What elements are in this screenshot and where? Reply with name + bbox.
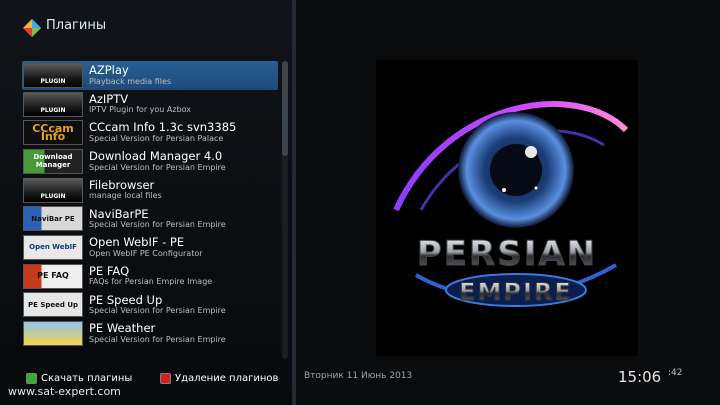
plugin-description: Playback media files xyxy=(89,76,172,86)
scrollbar[interactable] xyxy=(282,61,288,359)
persian-empire-preview: PERSIAN EMPIRE xyxy=(376,60,638,356)
plugin-name: AZPlay xyxy=(89,63,129,78)
plugin-text: CCcam Info 1.3c svn3385 Special Version f… xyxy=(89,122,236,143)
plugin-thumbnail-icon: PLUGIN xyxy=(23,177,83,203)
plugin-name: CCcam Info 1.3c svn3385 xyxy=(89,120,237,135)
plugin-list-item[interactable]: NaviBar PE NaviBarPE Special Version for P… xyxy=(22,204,278,233)
plugin-text: Filebrowser manage local files xyxy=(89,177,162,201)
plugin-text: AzIPTV IPTV Plugin for you Azbox xyxy=(89,91,192,115)
watermark: www.sat-expert.com xyxy=(8,385,121,398)
preview-line1: PERSIAN xyxy=(417,234,597,274)
plugin-name: Open WebIF - PE xyxy=(89,235,185,250)
preview-line2: EMPIRE xyxy=(459,278,573,306)
enigma-logo-icon xyxy=(23,19,41,37)
plugin-list-item[interactable]: PE Weather Special Version for Persian Em… xyxy=(22,319,278,348)
clock-seconds: :42 xyxy=(668,368,683,378)
plugin-text: NaviBarPE Special Version for Persian Emp… xyxy=(89,206,226,230)
plugin-thumbnail-icon xyxy=(23,321,83,347)
page-title: Плагины xyxy=(46,18,107,33)
remove-plugins-button[interactable]: Удаление плагинов xyxy=(160,373,278,384)
plugin-name: Filebrowser xyxy=(89,177,155,192)
plugin-description: Special Version for Persian Empire xyxy=(89,306,226,316)
plugin-thumbnail-icon: PE Speed Up xyxy=(23,292,83,318)
plugin-description: Special Version for Persian Empire xyxy=(89,220,226,230)
plugin-list: PLUGIN AZPlay Playback media files PLUGIN Az… xyxy=(22,61,278,348)
plugin-name: PE FAQ xyxy=(89,263,130,278)
plugin-browser-panel: Плагины PLUGIN AZPlay Playback media files… xyxy=(0,0,292,405)
plugin-name: NaviBarPE xyxy=(89,206,149,221)
plugin-list-item[interactable]: CCcam Info CCcam Info 1.3c svn3385 Special… xyxy=(22,118,278,147)
download-plugins-label: Скачать плагины xyxy=(41,373,133,384)
plugin-thumbnail-icon: NaviBar PE xyxy=(23,206,83,232)
plugin-name: Download Manager 4.0 xyxy=(89,149,223,164)
plugin-thumbnail-icon: CCcam Info xyxy=(23,120,83,146)
plugin-list-item[interactable]: PLUGIN Filebrowser manage local files xyxy=(22,176,278,205)
plugin-name: AzIPTV xyxy=(89,91,129,106)
header: Плагины xyxy=(0,0,292,50)
plugin-list-item[interactable]: PE FAQ PE FAQ FAQs for Persian Empire Imag… xyxy=(22,262,278,291)
plugin-thumbnail-icon: Download Manager xyxy=(23,148,83,174)
plugin-text: Download Manager 4.0 Special Version for … xyxy=(89,151,226,172)
plugin-description: manage local files xyxy=(89,191,162,201)
plugin-name: PE Weather xyxy=(89,321,156,336)
plugin-description: IPTV Plugin for you Azbox xyxy=(89,105,192,115)
plugin-description: Open WebIF PE Configurator xyxy=(89,248,203,258)
green-key-icon xyxy=(26,373,37,384)
plugin-thumbnail-icon: PLUGIN xyxy=(23,91,83,117)
persian-empire-logo: PERSIAN EMPIRE xyxy=(376,60,638,356)
download-plugins-button[interactable]: Скачать плагины xyxy=(26,373,132,384)
plugin-description: FAQs for Persian Empire Image xyxy=(89,277,213,287)
plugin-thumbnail-icon: Open WebIF xyxy=(23,234,83,260)
preview-panel: PERSIAN EMPIRE Вторник 11 Июнь 2013 15:0… xyxy=(296,0,720,405)
plugin-thumbnail-icon: PE FAQ xyxy=(23,263,83,289)
plugin-description: Special Version for Persian Empire xyxy=(89,334,226,344)
plugin-text: PE Speed Up Special Version for Persian E… xyxy=(89,292,226,316)
scrollbar-thumb[interactable] xyxy=(282,61,288,156)
plugin-text: PE FAQ FAQs for Persian Empire Image xyxy=(89,263,213,287)
plugin-text: Open WebIF - PE Open WebIF PE Configurato… xyxy=(89,237,203,258)
plugin-thumbnail-icon: PLUGIN xyxy=(23,62,83,88)
plugin-list-item[interactable]: Download Manager Download Manager 4.0 Spec… xyxy=(22,147,278,176)
plugin-description: Special Version for Persian Palace xyxy=(89,133,224,143)
plugin-name: PE Speed Up xyxy=(89,292,163,307)
clock-time: 15:06 xyxy=(618,368,662,386)
plugin-list-item[interactable]: Open WebIF Open WebIF - PE Open WebIF PE C… xyxy=(22,233,278,262)
red-key-icon xyxy=(160,373,171,384)
plugin-description: Special Version for Persian Empire xyxy=(89,162,226,172)
plugin-list-item[interactable]: PLUGIN AzIPTV IPTV Plugin for you Azbox xyxy=(22,90,278,119)
date-label: Вторник 11 Июнь 2013 xyxy=(304,371,413,381)
plugin-list-item[interactable]: PE Speed Up PE Speed Up Special Version fo… xyxy=(22,291,278,320)
plugin-list-item[interactable]: PLUGIN AZPlay Playback media files xyxy=(22,61,278,90)
remove-plugins-label: Удаление плагинов xyxy=(175,373,279,384)
plugin-text: AZPlay Playback media files xyxy=(89,65,171,86)
plugin-text: PE Weather Special Version for Persian Em… xyxy=(89,323,226,344)
